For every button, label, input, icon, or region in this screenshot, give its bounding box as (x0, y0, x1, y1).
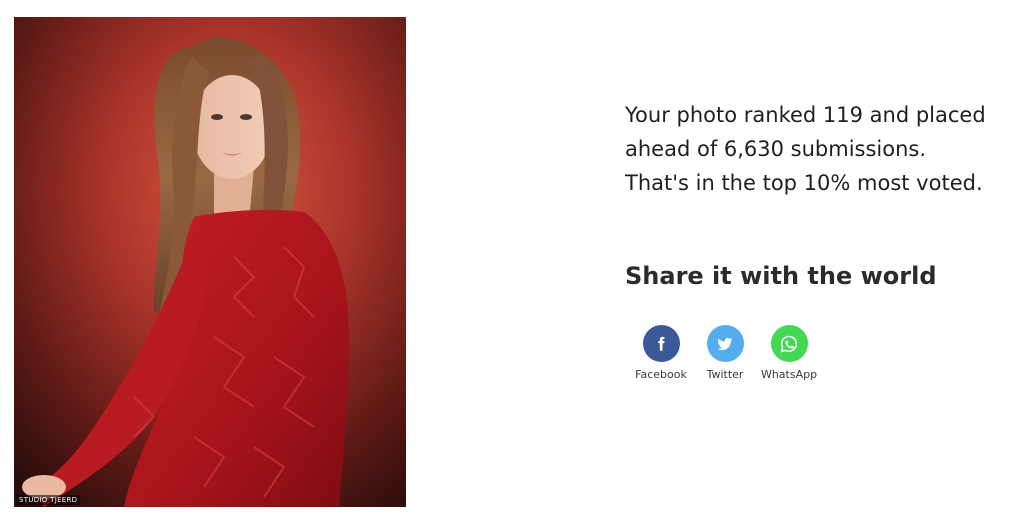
share-buttons: Facebook Twitter WhatsApp (630, 325, 822, 381)
ranking-message: Your photo ranked 119 and placed ahead o… (625, 98, 1015, 200)
twitter-icon[interactable] (706, 325, 744, 362)
facebook-icon[interactable] (642, 325, 680, 362)
ranking-line-1: Your photo ranked 119 and placed (625, 103, 986, 127)
whatsapp-label: WhatsApp (760, 368, 818, 381)
twitter-share-button[interactable]: Twitter (694, 325, 756, 381)
whatsapp-icon[interactable] (770, 325, 808, 362)
portrait-image (14, 17, 406, 507)
twitter-label: Twitter (706, 368, 744, 381)
facebook-share-button[interactable]: Facebook (630, 325, 692, 381)
ranking-line-3: That's in the top 10% most voted. (625, 171, 983, 195)
whatsapp-share-button[interactable]: WhatsApp (758, 325, 820, 381)
result-page: STUDIO TJEERD Your photo ranked 119 and … (0, 0, 1024, 524)
ranking-line-2: ahead of 6,630 submissions. (625, 137, 927, 161)
submitted-photo: STUDIO TJEERD (14, 17, 406, 507)
share-heading: Share it with the world (625, 262, 937, 290)
facebook-label: Facebook (635, 368, 687, 381)
photo-watermark: STUDIO TJEERD (16, 495, 81, 505)
